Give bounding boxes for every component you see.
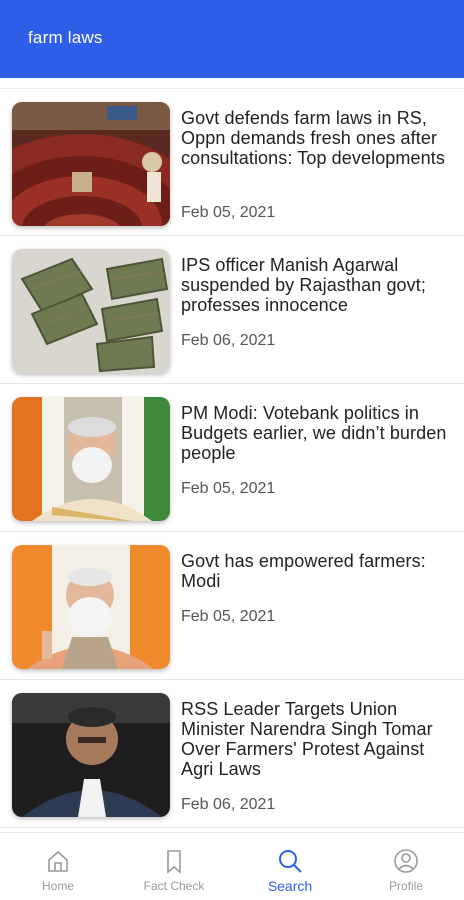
search-icon [276, 847, 304, 875]
nav-label: Search [267, 878, 313, 894]
profile-icon [392, 847, 420, 875]
article-list: Govt defends farm laws in RS, Oppn deman… [0, 88, 464, 832]
bottom-navigation: Home Fact Check Search Profile [0, 832, 464, 900]
nav-item-profile[interactable]: Profile [348, 833, 464, 900]
nav-item-home[interactable]: Home [0, 833, 116, 900]
bookmark-icon [160, 847, 188, 875]
article-item[interactable]: IPS officer Manish Agarwal suspended by … [0, 236, 464, 384]
nav-label: Profile [388, 879, 423, 893]
article-headline: Govt defends farm laws in RS, Oppn deman… [181, 108, 445, 168]
article-date: Feb 05, 2021 [181, 204, 276, 221]
article-headline: Govt has empowered farmers: Modi [181, 551, 426, 591]
article-item[interactable]: Govt has empowered farmers: Modi Feb 05,… [0, 532, 464, 680]
article-item[interactable]: PM Modi: Votebank politics in Budgets ea… [0, 384, 464, 532]
article-date: Feb 05, 2021 [181, 480, 276, 497]
article-thumbnail-sacks [12, 249, 170, 373]
article-date: Feb 06, 2021 [181, 332, 276, 349]
article-thumbnail-parliament [12, 102, 170, 226]
article-thumbnail-modi-portrait [12, 545, 170, 669]
article-item[interactable]: Govt defends farm laws in RS, Oppn deman… [0, 88, 464, 236]
nav-label: Fact Check [143, 879, 205, 893]
article-thumbnail-modi-address [12, 397, 170, 521]
nav-label: Home [41, 879, 74, 893]
home-icon [44, 847, 72, 875]
page-title: farm laws [28, 28, 103, 47]
nav-item-search[interactable]: Search [232, 833, 348, 900]
article-date: Feb 06, 2021 [181, 796, 276, 813]
article-thumbnail-tomar [12, 693, 170, 817]
app-bar: farm laws [0, 0, 464, 78]
article-headline: IPS officer Manish Agarwal suspended by … [181, 255, 426, 315]
article-item[interactable]: RSS Leader Targets Union Minister Narend… [0, 680, 464, 828]
article-headline: RSS Leader Targets Union Minister Narend… [181, 699, 433, 779]
article-date: Feb 05, 2021 [181, 608, 276, 625]
nav-item-fact-check[interactable]: Fact Check [116, 833, 232, 900]
article-headline: PM Modi: Votebank politics in Budgets ea… [181, 403, 447, 463]
